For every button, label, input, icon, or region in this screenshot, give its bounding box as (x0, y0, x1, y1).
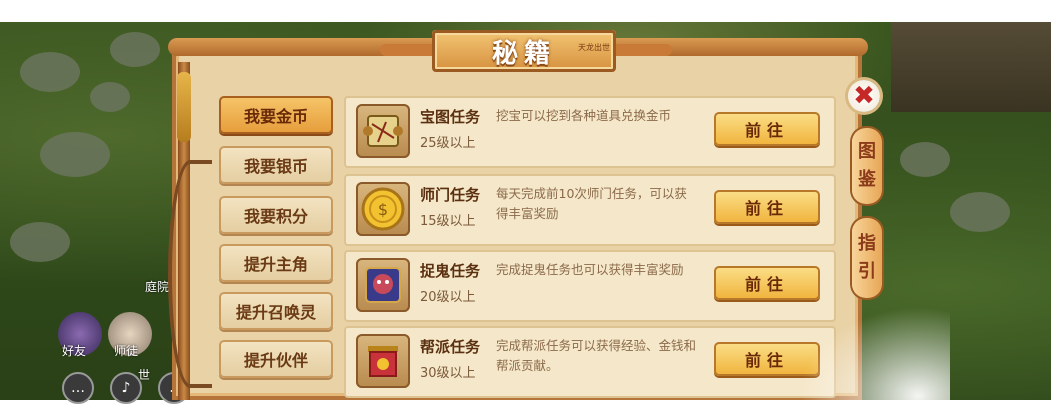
guild-banner-icon (356, 334, 410, 388)
tab-handbook[interactable]: 图鉴 (852, 128, 882, 204)
title-plaque: 秘籍 天龙出世 (432, 30, 616, 72)
ghost-icon (356, 258, 410, 312)
menu-upgrade-summon[interactable]: 提升召唤灵 (219, 292, 333, 330)
title-wing-right (612, 44, 672, 56)
top-margin (0, 0, 1051, 22)
tassel-ornament (177, 72, 191, 142)
task-desc: 完成捉鬼任务也可以获得丰富奖励 (496, 262, 684, 277)
close-button[interactable]: ✖ (848, 80, 880, 112)
task-desc: 每天完成前10次师门任务，可以获得丰富奖励 (496, 186, 687, 221)
menu-upgrade-hero[interactable]: 提升主角 (219, 244, 333, 282)
menu-gold-coins[interactable]: 我要金币 (219, 96, 333, 134)
task-name: 捉鬼任务 (420, 262, 481, 280)
go-button[interactable]: 前往 (714, 266, 820, 300)
place-label: 庭院 (145, 280, 170, 294)
task-row: 帮派任务 30级以上 完成帮派任务可以获得经验、金钱和帮派贡献。 前往 (344, 326, 836, 398)
title-seal: 天龙出世 (578, 43, 610, 52)
close-icon: ✖ (853, 81, 875, 111)
tab-guide-label: 指引 (858, 233, 876, 282)
task-level: 15级以上 (420, 214, 476, 229)
task-name: 师门任务 (420, 186, 481, 204)
task-level: 30级以上 (420, 366, 476, 381)
master-label[interactable]: 师徒 (114, 342, 138, 359)
light-glow (790, 300, 950, 420)
svg-text:$: $ (378, 200, 388, 219)
task-row: $ 师门任务 15级以上 每天完成前10次师门任务，可以获得丰富奖励 前往 (344, 174, 836, 246)
menu-points[interactable]: 我要积分 (219, 196, 333, 234)
panel-curve-ornament (168, 160, 212, 388)
menu-upgrade-partner[interactable]: 提升伙伴 (219, 340, 333, 378)
treasure-map-icon (356, 104, 410, 158)
go-button[interactable]: 前往 (714, 112, 820, 146)
task-level: 25级以上 (420, 136, 476, 151)
go-button[interactable]: 前往 (714, 190, 820, 224)
task-desc: 完成帮派任务可以获得经验、金钱和帮派贡献。 (496, 338, 697, 373)
task-row: 捉鬼任务 20级以上 完成捉鬼任务也可以获得丰富奖励 前往 (344, 250, 836, 322)
title-wing-left (380, 44, 440, 56)
task-row: 宝图任务 25级以上 挖宝可以挖到各种道具兑换金币 前往 (344, 96, 836, 168)
tab-handbook-label: 图鉴 (858, 141, 876, 190)
world-channel-label[interactable]: 世 (138, 366, 150, 383)
friends-label[interactable]: 好友 (62, 342, 86, 359)
gold-coin-icon: $ (356, 182, 410, 236)
tab-guide[interactable]: 指引 (852, 218, 882, 298)
task-name: 帮派任务 (420, 338, 481, 356)
task-name: 宝图任务 (420, 108, 481, 126)
menu-silver-coins[interactable]: 我要银币 (219, 146, 333, 184)
task-level: 20级以上 (420, 290, 476, 305)
page-title: 秘籍 (491, 38, 556, 69)
chat-icon[interactable]: … (62, 372, 94, 404)
task-desc: 挖宝可以挖到各种道具兑换金币 (496, 108, 672, 123)
